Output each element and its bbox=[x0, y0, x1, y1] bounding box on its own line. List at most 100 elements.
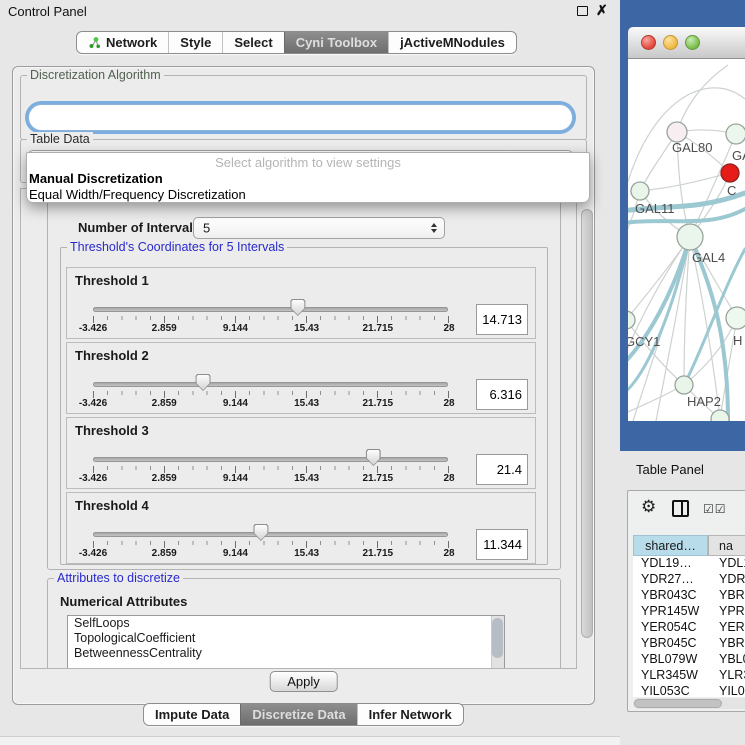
cell-name[interactable]: YDL1 bbox=[708, 556, 745, 572]
slider-tick-label: 2.859 bbox=[152, 323, 177, 334]
slider-major-ticks bbox=[93, 466, 449, 473]
cell-name[interactable]: YDR2 bbox=[708, 572, 745, 588]
table-row[interactable]: YDL19… YDL1 bbox=[633, 556, 745, 572]
cell-shared-name[interactable]: YDR27… bbox=[633, 572, 708, 588]
slider-tick-label: 9.144 bbox=[223, 323, 248, 334]
horizontal-scrollbar-thumb[interactable] bbox=[634, 699, 722, 708]
slider-track[interactable] bbox=[93, 382, 448, 387]
threshold-slider[interactable]: -3.426 2.859 9.144 15.43 21. bbox=[93, 268, 448, 340]
network-node-label: GA bbox=[732, 148, 745, 163]
interval-definition-group: Interval Definition Number of Intervals … bbox=[47, 196, 561, 570]
threshold-slider[interactable]: -3.426 2.859 9.144 15.43 21. bbox=[93, 493, 448, 565]
cell-shared-name[interactable]: YBR043C bbox=[633, 588, 708, 604]
network-node[interactable] bbox=[726, 124, 745, 144]
tab-discretize-data[interactable]: Discretize Data bbox=[240, 704, 356, 725]
cell-name[interactable]: YBR0 bbox=[708, 588, 745, 604]
cell-shared-name[interactable]: YER054C bbox=[633, 620, 708, 636]
float-window-icon[interactable] bbox=[577, 6, 588, 16]
select-columns-icon[interactable]: ☑☑ bbox=[703, 502, 727, 516]
number-of-intervals-select[interactable]: 5 bbox=[193, 217, 445, 239]
gear-icon[interactable]: ⚙ bbox=[641, 497, 656, 517]
slider-tick-label: 2.859 bbox=[152, 473, 177, 484]
zoom-window-icon[interactable] bbox=[685, 35, 700, 50]
settings-scroll-area: Interval Definition Number of Intervals … bbox=[20, 188, 577, 669]
minimize-window-icon[interactable] bbox=[663, 35, 678, 50]
list-item[interactable]: SelfLoops bbox=[68, 616, 504, 631]
table-row[interactable]: YLR345W YLR3 bbox=[633, 668, 745, 684]
cell-shared-name[interactable]: YBR045C bbox=[633, 636, 708, 652]
list-scrollbar-thumb[interactable] bbox=[492, 618, 503, 658]
cell-name[interactable]: YPR1 bbox=[708, 604, 745, 620]
network-window-titlebar[interactable] bbox=[628, 27, 745, 59]
column-header-shared-name[interactable]: shared… bbox=[633, 535, 708, 556]
cell-shared-name[interactable]: YDL19… bbox=[633, 556, 708, 572]
column-header-name[interactable]: na bbox=[708, 535, 745, 556]
node-table: shared… na YDL19… YDL1 YDR27… YDR2 bbox=[633, 535, 745, 697]
tab-select[interactable]: Select bbox=[222, 32, 283, 53]
cell-shared-name[interactable]: YPR145W bbox=[633, 604, 708, 620]
dropdown-option-equal-width-frequency[interactable]: Equal Width/Frequency Discretization bbox=[27, 187, 589, 203]
threshold-value-field[interactable] bbox=[476, 454, 528, 485]
slider-tick-label: -3.426 bbox=[79, 473, 107, 484]
cell-name[interactable]: YBL0 bbox=[708, 652, 745, 668]
table-row[interactable]: YBL079W YBL0 bbox=[633, 652, 745, 668]
cell-name[interactable]: YBR0 bbox=[708, 636, 745, 652]
cell-name[interactable]: YLR3 bbox=[708, 668, 745, 684]
number-of-intervals-label: Number of Intervals bbox=[78, 220, 200, 235]
slider-thumb[interactable] bbox=[196, 374, 211, 391]
tab-cyni-toolbox[interactable]: Cyni Toolbox bbox=[284, 32, 388, 53]
tab-infer-network[interactable]: Infer Network bbox=[357, 704, 463, 725]
network-icon bbox=[88, 36, 101, 49]
network-node[interactable] bbox=[721, 164, 739, 182]
table-row[interactable]: YPR145W YPR1 bbox=[633, 604, 745, 620]
threshold-slider[interactable]: -3.426 2.859 9.144 15.43 21. bbox=[93, 418, 448, 490]
apply-button[interactable]: Apply bbox=[269, 671, 338, 692]
slider-thumb[interactable] bbox=[290, 299, 305, 316]
dropdown-option-manual-discretization[interactable]: Manual Discretization bbox=[27, 171, 589, 187]
close-icon[interactable]: ✗ bbox=[596, 2, 608, 19]
tab-style[interactable]: Style bbox=[168, 32, 222, 53]
network-node[interactable] bbox=[675, 376, 693, 394]
cell-name[interactable]: YER0 bbox=[708, 620, 745, 636]
slider-thumb[interactable] bbox=[366, 449, 381, 466]
network-node[interactable] bbox=[628, 311, 635, 329]
table-row[interactable]: YER054C YER0 bbox=[633, 620, 745, 636]
table-row[interactable]: YBR043C YBR0 bbox=[633, 588, 745, 604]
network-canvas[interactable]: GAL80GACGAL11GAL4GCY1HHAP2 bbox=[628, 59, 745, 421]
numerical-attributes-list[interactable]: SelfLoops TopologicalCoefficient Between… bbox=[67, 615, 505, 669]
cell-shared-name[interactable]: YBL079W bbox=[633, 652, 708, 668]
slider-thumb[interactable] bbox=[253, 524, 268, 541]
algorithm-select[interactable] bbox=[28, 104, 573, 131]
slider-tick-label: 28 bbox=[443, 398, 454, 409]
table-row[interactable]: YBR045C YBR0 bbox=[633, 636, 745, 652]
slider-track[interactable] bbox=[93, 457, 448, 462]
split-view-icon[interactable] bbox=[672, 500, 689, 517]
table-row[interactable]: YDR27… YDR2 bbox=[633, 572, 745, 588]
slider-tick-label: 9.144 bbox=[223, 398, 248, 409]
threshold-value-field[interactable] bbox=[476, 379, 528, 410]
slider-track[interactable] bbox=[93, 532, 448, 537]
cell-shared-name[interactable]: YLR345W bbox=[633, 668, 708, 684]
tab-label: Select bbox=[234, 35, 272, 50]
list-item[interactable]: TopologicalCoefficient bbox=[68, 631, 504, 646]
list-item[interactable]: BetweennessCentrality bbox=[68, 646, 504, 661]
close-window-icon[interactable] bbox=[641, 35, 656, 50]
network-node[interactable] bbox=[631, 182, 649, 200]
tab-jactivemnodules[interactable]: jActiveMNodules bbox=[388, 32, 516, 53]
threshold-value-field[interactable] bbox=[476, 529, 528, 560]
horizontal-scrollbar[interactable] bbox=[633, 698, 745, 709]
threshold-value-field[interactable] bbox=[476, 304, 528, 335]
numerical-attributes-label: Numerical Attributes bbox=[60, 594, 187, 609]
slider-tick-label: 9.144 bbox=[223, 473, 248, 484]
tab-network[interactable]: Network bbox=[77, 32, 168, 53]
network-node[interactable] bbox=[667, 122, 687, 142]
slider-track[interactable] bbox=[93, 307, 448, 312]
network-node[interactable] bbox=[677, 224, 703, 250]
threshold-slider[interactable]: -3.426 2.859 9.144 15.43 21. bbox=[93, 343, 448, 415]
table-row[interactable]: YIL053C YIL0 bbox=[633, 684, 745, 697]
cell-shared-name[interactable]: YIL053C bbox=[633, 684, 708, 697]
tab-impute-data[interactable]: Impute Data bbox=[144, 704, 240, 725]
vertical-scrollbar-thumb[interactable] bbox=[581, 209, 593, 638]
cell-name[interactable]: YIL0 bbox=[708, 684, 745, 697]
network-node[interactable] bbox=[726, 307, 745, 329]
